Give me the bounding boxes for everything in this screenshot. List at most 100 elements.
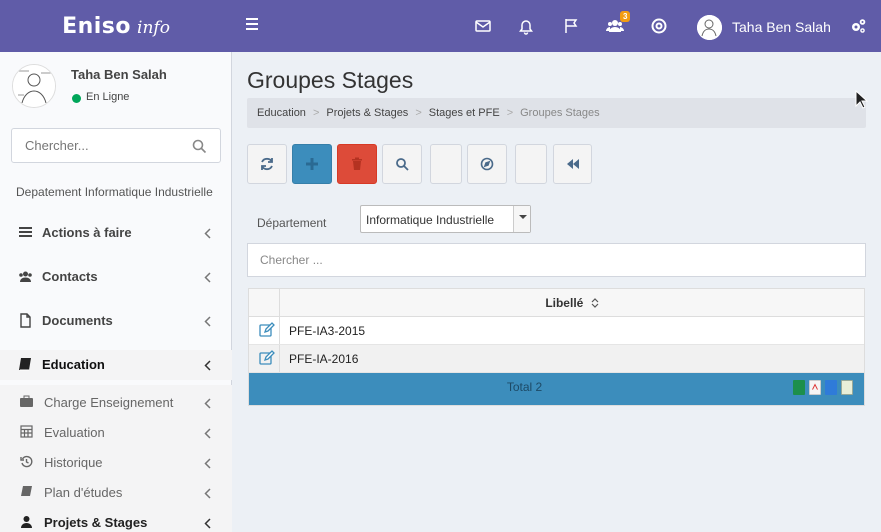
sidebar-subitem-charge[interactable]: Charge Enseignement: [0, 388, 232, 416]
compass-button[interactable]: [467, 144, 507, 184]
plus-icon: [306, 158, 318, 170]
table-row[interactable]: PFE-IA-2016: [249, 345, 864, 373]
export-pdf-icon[interactable]: [809, 380, 821, 395]
sidebar-item-education[interactable]: Education: [0, 350, 232, 380]
sidebar-subitem-plan[interactable]: Plan d'études: [0, 478, 232, 506]
refresh-button[interactable]: [247, 144, 287, 184]
table-footer: Total 2: [249, 373, 864, 405]
department-label: Département: [257, 216, 327, 230]
sidebar: Taha Ben Salah En Ligne Depatement Infor…: [0, 52, 232, 532]
envelope-icon[interactable]: [474, 17, 492, 35]
edit-icon[interactable]: [259, 322, 275, 337]
sidebar-subitem-label: Projets & Stages: [44, 515, 148, 530]
sidebar-subitem-evaluation[interactable]: Evaluation: [0, 418, 232, 446]
file-icon: [18, 313, 33, 328]
graduate-icon: [20, 515, 33, 528]
logo-suffix: info: [137, 18, 170, 38]
sidebar-subitem-historique[interactable]: Historique: [0, 448, 232, 476]
logo[interactable]: Eniso info: [0, 0, 232, 52]
chevron-left-icon: [204, 227, 211, 239]
table-cell-libelle: PFE-IA-2016: [289, 352, 359, 366]
logo-text: Eniso: [62, 13, 132, 39]
chevron-left-icon: [204, 271, 211, 283]
department-select-value: Informatique Industrielle: [366, 213, 495, 227]
breadcrumb-item[interactable]: Projets & Stages: [326, 107, 408, 119]
sidebar-subitem-label: Evaluation: [44, 425, 105, 440]
export-excel-icon[interactable]: [793, 380, 805, 395]
online-status-icon: [72, 94, 81, 103]
history-icon: [20, 455, 33, 468]
column-header-libelle[interactable]: Libellé: [280, 289, 864, 316]
breadcrumb-item[interactable]: Education: [257, 107, 306, 119]
chevron-left-icon: [204, 359, 211, 371]
dropdown-arrow-icon[interactable]: [513, 206, 530, 232]
notification-badge: 3: [620, 11, 631, 22]
department-select[interactable]: Informatique Industrielle: [360, 205, 531, 233]
cursor-icon: [855, 90, 868, 109]
sidebar-subitem-label: Plan d'études: [44, 485, 123, 500]
column-header-label: Libellé: [545, 296, 584, 310]
book-icon: [18, 357, 33, 372]
search-button[interactable]: [382, 144, 422, 184]
users-icon: [18, 269, 33, 284]
toolbar-blank-button[interactable]: [515, 144, 547, 184]
breadcrumb-item[interactable]: Stages et PFE: [429, 107, 500, 119]
sidebar-item-actions[interactable]: Actions à faire: [0, 218, 232, 248]
table-search: [247, 243, 866, 277]
breadcrumb: Education > Projets & Stages > Stages et PFE…: [247, 98, 866, 128]
table-header-lead: [249, 289, 280, 316]
list-icon: [18, 225, 33, 240]
refresh-icon: [261, 157, 273, 171]
table-search-input[interactable]: [260, 253, 850, 267]
bell-icon[interactable]: [517, 17, 535, 35]
table-header: Libellé: [249, 289, 864, 317]
sidebar-item-contacts[interactable]: Contacts: [0, 262, 232, 292]
calculator-icon: [20, 425, 33, 438]
edit-icon[interactable]: [259, 350, 275, 365]
search-icon[interactable]: [192, 139, 207, 154]
sidebar-subitem-label: Charge Enseignement: [44, 395, 174, 410]
chevron-left-icon: [204, 427, 211, 439]
sidebar-toggle-button[interactable]: [246, 18, 258, 32]
table-row[interactable]: PFE-IA3-2015: [249, 317, 864, 345]
lifebuoy-icon[interactable]: [650, 17, 668, 35]
sidebar-item-label: Actions à faire: [42, 225, 132, 240]
chevron-left-icon: [204, 517, 211, 529]
compass-icon: [480, 157, 494, 171]
toolbar-blank-button[interactable]: [430, 144, 462, 184]
breadcrumb-current: Groupes Stages: [520, 107, 600, 119]
user-avatar[interactable]: [697, 15, 722, 40]
user-panel: Taha Ben Salah En Ligne: [12, 62, 222, 112]
sidebar-section-header: Depatement Informatique Industrielle: [16, 185, 213, 199]
book-icon: [20, 485, 33, 498]
backward-icon: [566, 159, 579, 169]
chevron-left-icon: [204, 315, 211, 327]
sidebar-search-input[interactable]: [25, 138, 185, 153]
delete-button[interactable]: [337, 144, 377, 184]
sidebar-item-label: Contacts: [42, 269, 98, 284]
export-doc-icon[interactable]: [825, 380, 837, 395]
sidebar-item-label: Documents: [42, 313, 113, 328]
chevron-left-icon: [204, 457, 211, 469]
trash-icon: [352, 157, 362, 170]
groups-table: Libellé PFE-IA3-2015 PFE-IA-2016 Total 2: [248, 288, 865, 406]
sort-icon: [591, 298, 599, 308]
flag-icon[interactable]: [562, 17, 580, 35]
back-button[interactable]: [553, 144, 592, 184]
user-status: En Ligne: [86, 91, 130, 103]
briefcase-icon: [20, 395, 33, 408]
sidebar-subitem-projets[interactable]: Projets & Stages: [0, 508, 232, 532]
sidebar-item-documents[interactable]: Documents: [0, 306, 232, 336]
gears-icon[interactable]: [849, 17, 867, 35]
user-name[interactable]: Taha Ben Salah: [732, 19, 831, 35]
page-title: Groupes Stages: [247, 67, 414, 93]
sidebar-item-label: Education: [42, 357, 105, 372]
sidebar-user-name: Taha Ben Salah: [71, 67, 167, 82]
export-csv-icon[interactable]: [841, 380, 853, 395]
table-cell-libelle: PFE-IA3-2015: [289, 324, 366, 338]
add-button[interactable]: [292, 144, 332, 184]
education-submenu: Charge Enseignement Evaluation Historiqu…: [0, 385, 232, 532]
table-total: Total 2: [506, 380, 543, 394]
top-navbar: Eniso info 3 Taha Ben Salah: [0, 0, 881, 52]
sidebar-subitem-label: Historique: [44, 455, 103, 470]
